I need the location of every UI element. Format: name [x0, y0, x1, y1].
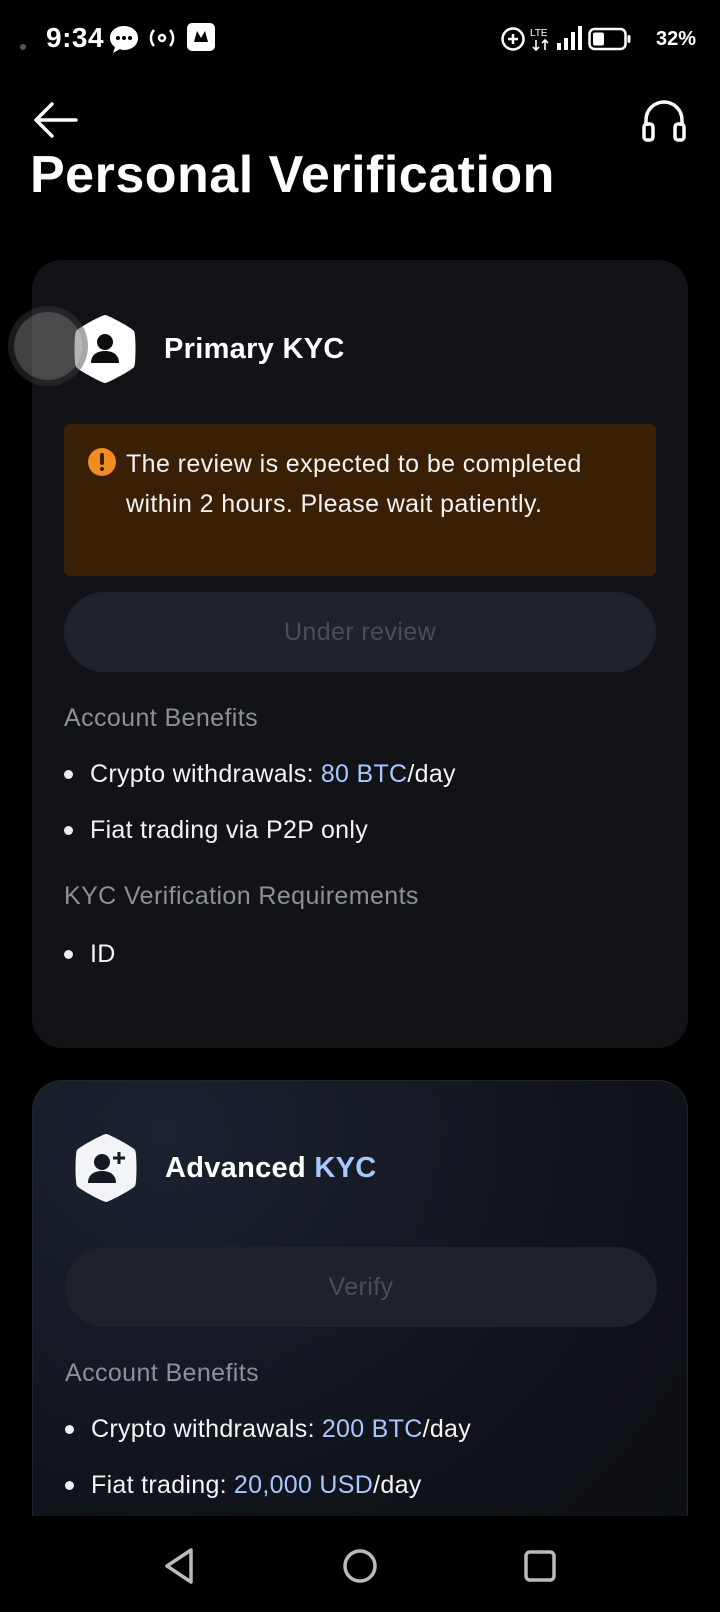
under-review-button[interactable]: Under review	[64, 592, 656, 672]
arrow-left-icon	[34, 102, 78, 138]
hotspot-icon	[149, 29, 175, 47]
support-button[interactable]	[640, 96, 688, 144]
primary-benefit-crypto-prefix: Crypto withdrawals:	[90, 760, 314, 788]
primary-kyc-header: Primary KYC	[72, 314, 345, 384]
primary-kyc-card: Primary KYC The review is expected to be…	[32, 260, 688, 1048]
nav-recents-button[interactable]	[516, 1542, 564, 1590]
primary-benefit-crypto: Crypto withdrawals: 80 BTC /day	[64, 760, 456, 789]
advanced-kyc-header: Advanced KYC	[73, 1133, 377, 1203]
advanced-benefit-crypto-suffix: /day	[422, 1415, 472, 1443]
battery-icon	[588, 27, 631, 51]
user-add-badge-icon	[73, 1132, 139, 1204]
advanced-benefit-crypto: Crypto withdrawals: 200 BTC /day	[65, 1415, 471, 1444]
advanced-benefit-fiat: Fiat trading: 20,000 USD /day	[65, 1471, 422, 1500]
primary-benefits-label: Account Benefits	[64, 704, 259, 732]
review-notice-text: The review is expected to be completed w…	[126, 450, 582, 518]
lte-icon: LTE	[530, 28, 549, 52]
advanced-benefit-crypto-value: 200 BTC	[321, 1415, 423, 1443]
back-button[interactable]	[32, 98, 80, 142]
battery-percent: 32%	[655, 28, 696, 50]
app-icon	[187, 23, 215, 51]
square-recents-icon	[524, 1550, 556, 1582]
warning-icon	[88, 448, 116, 476]
primary-benefit-fiat: Fiat trading via P2P only	[64, 816, 368, 845]
user-badge-icon	[72, 313, 138, 385]
advanced-benefit-crypto-prefix: Crypto withdrawals:	[91, 1415, 315, 1443]
requirement-id: ID	[64, 940, 116, 969]
advanced-benefit-fiat-value: 20,000 USD	[233, 1471, 374, 1499]
advanced-benefits-label: Account Benefits	[65, 1359, 260, 1387]
svg-text:LTE: LTE	[530, 28, 548, 39]
advanced-benefit-fiat-prefix: Fiat trading:	[91, 1471, 227, 1499]
verify-button[interactable]: Verify	[65, 1247, 657, 1327]
screen: 9:34 LTE 32% Personal Verification Prima…	[0, 0, 720, 1612]
chat-bubble-icon	[110, 26, 138, 53]
notification-dot	[20, 44, 26, 50]
nav-home-button[interactable]	[336, 1542, 384, 1590]
advanced-kyc-title-accent: KYC	[314, 1151, 377, 1184]
advanced-kyc-title: Advanced KYC	[165, 1152, 377, 1185]
primary-benefit-crypto-suffix: /day	[407, 760, 456, 788]
requirements-label: KYC Verification Requirements	[64, 882, 419, 910]
touch-indicator	[14, 312, 82, 380]
data-saver-icon	[501, 27, 525, 51]
page-title: Personal Verification	[30, 146, 555, 204]
triangle-back-icon	[165, 1548, 193, 1584]
status-bar: 9:34 LTE 32%	[0, 0, 720, 78]
primary-kyc-title: Primary KYC	[164, 332, 345, 365]
nav-back-button[interactable]	[157, 1542, 205, 1590]
primary-benefit-crypto-value: 80 BTC	[320, 760, 408, 788]
headphones-icon	[642, 100, 686, 142]
advanced-kyc-title-prefix: Advanced	[165, 1151, 315, 1184]
status-time: 9:34	[46, 22, 105, 53]
system-nav-bar	[0, 1516, 720, 1612]
review-notice: The review is expected to be completed w…	[64, 424, 656, 576]
advanced-benefit-fiat-suffix: /day	[373, 1471, 422, 1499]
signal-icon	[557, 26, 582, 50]
circle-home-icon	[343, 1549, 377, 1583]
